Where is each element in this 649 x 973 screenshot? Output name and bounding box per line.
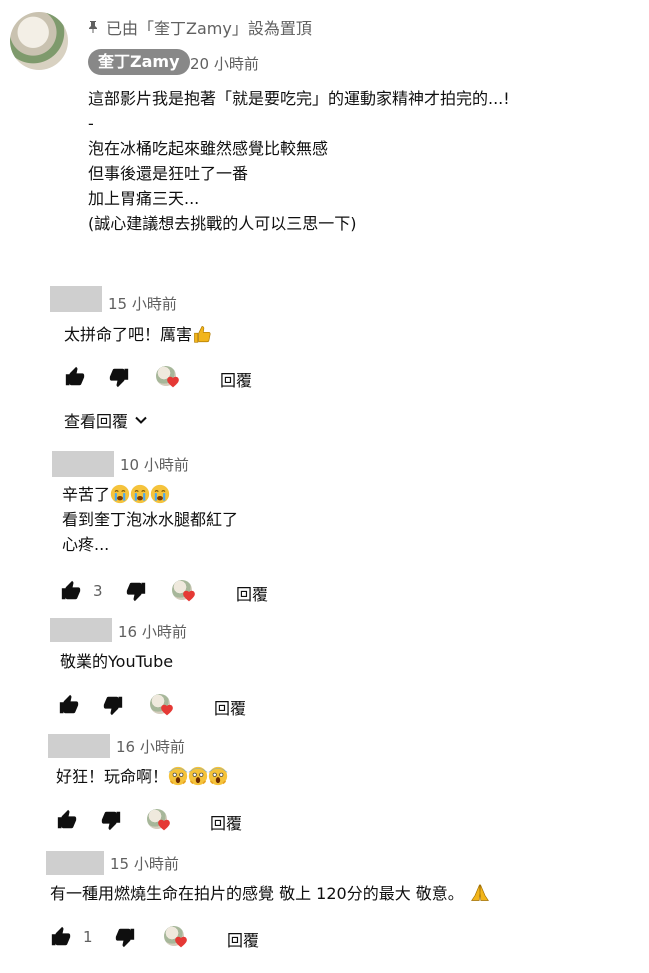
pinned-author-avatar[interactable] — [10, 12, 68, 70]
comment-line: 辛苦了 — [62, 482, 238, 507]
comment-text: 敬業的YouTube — [60, 652, 174, 671]
comment-line: 太拼命了吧！厲害 — [64, 325, 193, 344]
heart-icon — [157, 818, 171, 832]
creator-heart-icon — [156, 366, 180, 390]
comment-time[interactable]: 16 小時前 — [116, 736, 185, 757]
screaming-face-emoji-icon — [188, 766, 208, 786]
commenter-name-hidden[interactable] — [52, 451, 114, 477]
dislike-icon[interactable] — [100, 809, 122, 831]
crying-face-emoji-icon — [150, 484, 170, 504]
like-count: 1 — [83, 928, 93, 946]
chevron-down-icon — [135, 416, 147, 424]
comment-time[interactable]: 16 小時前 — [118, 621, 187, 642]
comment-line-text: 辛苦了 — [62, 485, 111, 504]
thumbs-up-emoji-icon — [192, 324, 212, 344]
crying-face-emoji-icon — [130, 484, 150, 504]
comment-time[interactable]: 15 小時前 — [108, 293, 177, 314]
dislike-icon[interactable] — [102, 694, 124, 716]
pinned-time[interactable]: 20 小時前 — [190, 53, 259, 74]
screaming-face-emoji-icon — [168, 766, 188, 786]
like-icon[interactable] — [64, 366, 86, 388]
view-replies-button[interactable]: 查看回覆 — [64, 408, 148, 432]
reply-button[interactable]: 回覆 — [227, 927, 259, 951]
pinned-author-chip[interactable]: 奎丁Zamy — [88, 49, 190, 75]
comment-text: 有一種用燃燒生命在拍片的感覺 敬上 120分的最大 敬意。 — [50, 881, 490, 906]
comment-time[interactable]: 15 小時前 — [110, 853, 179, 874]
creator-heart-icon — [147, 809, 171, 833]
dislike-icon[interactable] — [125, 580, 147, 602]
pin-icon — [89, 21, 97, 33]
pinned-line: 加上胃痛三天... — [88, 189, 200, 208]
like-icon[interactable] — [58, 694, 80, 716]
pinned-label-text: 已由「奎丁Zamy」設為置頂 — [106, 19, 312, 38]
folded-hands-emoji-icon — [470, 883, 490, 903]
view-replies-label: 查看回覆 — [64, 412, 129, 431]
dislike-icon[interactable] — [114, 926, 136, 948]
like-icon[interactable] — [60, 580, 82, 602]
reply-button[interactable]: 回覆 — [210, 810, 242, 834]
comment-line: 有一種用燃燒生命在拍片的感覺 敬上 120分的最大 敬意。 — [50, 884, 464, 903]
heart-icon — [160, 703, 174, 717]
heart-icon — [166, 375, 180, 389]
like-icon[interactable] — [50, 926, 72, 948]
pinned-line: 泡在冰桶吃起來雖然感覺比較無感 — [88, 139, 329, 158]
commenter-name-hidden[interactable] — [50, 286, 102, 312]
heart-icon — [174, 935, 188, 949]
heart-icon — [182, 589, 196, 603]
pinned-comment-text: 這部影片我是抱著「就是要吃完」的運動家精神才拍完的...! - 泡在冰桶吃起來雖… — [88, 86, 510, 236]
like-icon[interactable] — [56, 809, 78, 831]
comment-line: 看到奎丁泡冰水腿都紅了 — [62, 510, 239, 529]
comment-time[interactable]: 10 小時前 — [120, 454, 189, 475]
comment-line: 心疼... — [62, 535, 110, 554]
creator-heart-icon — [150, 694, 174, 718]
comment-text: 辛苦了 看到奎丁泡冰水腿都紅了 心疼... — [62, 482, 238, 557]
reply-button[interactable]: 回覆 — [220, 367, 252, 391]
commenter-name-hidden[interactable] — [50, 618, 112, 642]
pinned-label: 已由「奎丁Zamy」設為置頂 — [86, 15, 312, 39]
commenter-name-hidden[interactable] — [46, 851, 104, 875]
crying-face-emoji-icon — [110, 484, 130, 504]
reply-button[interactable]: 回覆 — [236, 581, 268, 605]
comment-line: 好狂！玩命啊！ — [56, 767, 169, 786]
reply-button[interactable]: 回覆 — [214, 695, 246, 719]
like-count: 3 — [93, 582, 103, 600]
comment-text: 好狂！玩命啊！ — [56, 764, 228, 789]
commenter-name-hidden[interactable] — [48, 734, 110, 758]
dislike-icon[interactable] — [108, 366, 130, 388]
pinned-line: - — [88, 114, 94, 133]
pinned-line: 但事後還是狂吐了一番 — [88, 164, 249, 183]
creator-heart-icon — [172, 580, 196, 604]
pinned-line: 這部影片我是抱著「就是要吃完」的運動家精神才拍完的...! — [88, 89, 510, 108]
comment-text: 太拼命了吧！厲害 — [64, 322, 212, 347]
pinned-line: (誠心建議想去挑戰的人可以三思一下) — [88, 214, 357, 233]
creator-heart-icon — [164, 926, 188, 950]
screaming-face-emoji-icon — [208, 766, 228, 786]
